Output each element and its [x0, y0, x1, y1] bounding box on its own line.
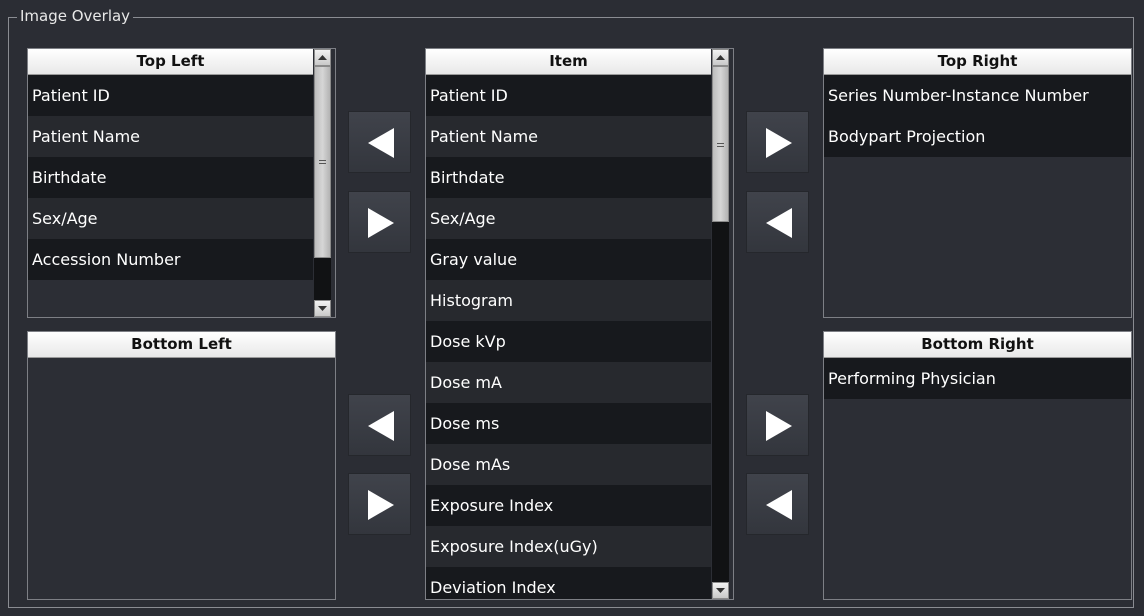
top-left-panel[interactable]: Top Left Patient ID Patient Name Birthda…	[27, 48, 336, 318]
list-item[interactable]: Sex/Age	[426, 198, 711, 239]
scroll-down-button[interactable]	[314, 300, 331, 317]
bottom-left-header: Bottom Left	[28, 332, 335, 358]
top-left-add-button[interactable]	[348, 111, 411, 173]
top-right-remove-button[interactable]	[746, 191, 809, 253]
bottom-left-add-button[interactable]	[348, 394, 411, 456]
list-item[interactable]: Histogram	[426, 280, 711, 321]
bottom-right-header: Bottom Right	[824, 332, 1131, 358]
item-list[interactable]: Patient ID Patient Name Birthdate Sex/Ag…	[426, 75, 711, 599]
scroll-down-icon	[318, 306, 327, 311]
scroll-up-icon	[318, 55, 327, 60]
arrow-right-icon	[368, 208, 394, 238]
item-header: Item	[426, 49, 711, 75]
list-item[interactable]: Dose ms	[426, 403, 711, 444]
top-left-list[interactable]: Patient ID Patient Name Birthdate Sex/Ag…	[28, 75, 313, 317]
arrow-left-icon	[368, 128, 394, 158]
top-left-scrollbar[interactable]	[314, 49, 331, 317]
list-item[interactable]: Performing Physician	[824, 358, 1131, 399]
group-title: Image Overlay	[17, 7, 134, 25]
list-item[interactable]: Sex/Age	[28, 198, 313, 239]
scroll-down-icon	[716, 588, 725, 593]
list-item[interactable]: Patient Name	[28, 116, 313, 157]
item-panel[interactable]: Item Patient ID Patient Name Birthdate S…	[425, 48, 734, 600]
scroll-up-icon	[716, 55, 725, 60]
list-item[interactable]: Exposure Index	[426, 485, 711, 526]
scroll-up-button[interactable]	[314, 49, 331, 66]
list-item[interactable]: Birthdate	[28, 157, 313, 198]
list-item[interactable]: Dose mAs	[426, 444, 711, 485]
list-item[interactable]: Deviation Index	[426, 567, 711, 599]
top-right-add-button[interactable]	[746, 111, 809, 173]
arrow-right-icon	[766, 128, 792, 158]
bottom-right-add-button[interactable]	[746, 394, 809, 456]
item-scrollbar[interactable]	[712, 49, 729, 599]
bottom-right-remove-button[interactable]	[746, 473, 809, 535]
top-left-remove-button[interactable]	[348, 191, 411, 253]
bottom-left-remove-button[interactable]	[348, 473, 411, 535]
top-right-panel[interactable]: Top Right Series Number-Instance Number …	[823, 48, 1132, 318]
arrow-left-icon	[766, 490, 792, 520]
list-item[interactable]: Bodypart Projection	[824, 116, 1131, 157]
arrow-left-icon	[766, 208, 792, 238]
scroll-thumb[interactable]	[712, 66, 729, 222]
list-item[interactable]: Dose kVp	[426, 321, 711, 362]
list-item[interactable]: Patient ID	[426, 75, 711, 116]
top-right-list[interactable]: Series Number-Instance Number Bodypart P…	[824, 75, 1131, 317]
list-item[interactable]: Gray value	[426, 239, 711, 280]
bottom-right-panel[interactable]: Bottom Right Performing Physician	[823, 331, 1132, 600]
arrow-left-icon	[368, 411, 394, 441]
list-item[interactable]: Patient ID	[28, 75, 313, 116]
list-item[interactable]: Dose mA	[426, 362, 711, 403]
list-item[interactable]: Birthdate	[426, 157, 711, 198]
list-item[interactable]: Series Number-Instance Number	[824, 75, 1131, 116]
arrow-right-icon	[766, 411, 792, 441]
top-right-header: Top Right	[824, 49, 1131, 75]
list-item[interactable]: Accession Number	[28, 239, 313, 280]
scroll-up-button[interactable]	[712, 49, 729, 66]
scroll-thumb[interactable]	[314, 66, 331, 258]
list-item[interactable]: Patient Name	[426, 116, 711, 157]
bottom-left-panel[interactable]: Bottom Left	[27, 331, 336, 600]
top-left-header: Top Left	[28, 49, 313, 75]
list-item[interactable]: Exposure Index(uGy)	[426, 526, 711, 567]
bottom-right-list[interactable]: Performing Physician	[824, 358, 1131, 599]
arrow-right-icon	[368, 490, 394, 520]
scroll-down-button[interactable]	[712, 582, 729, 599]
